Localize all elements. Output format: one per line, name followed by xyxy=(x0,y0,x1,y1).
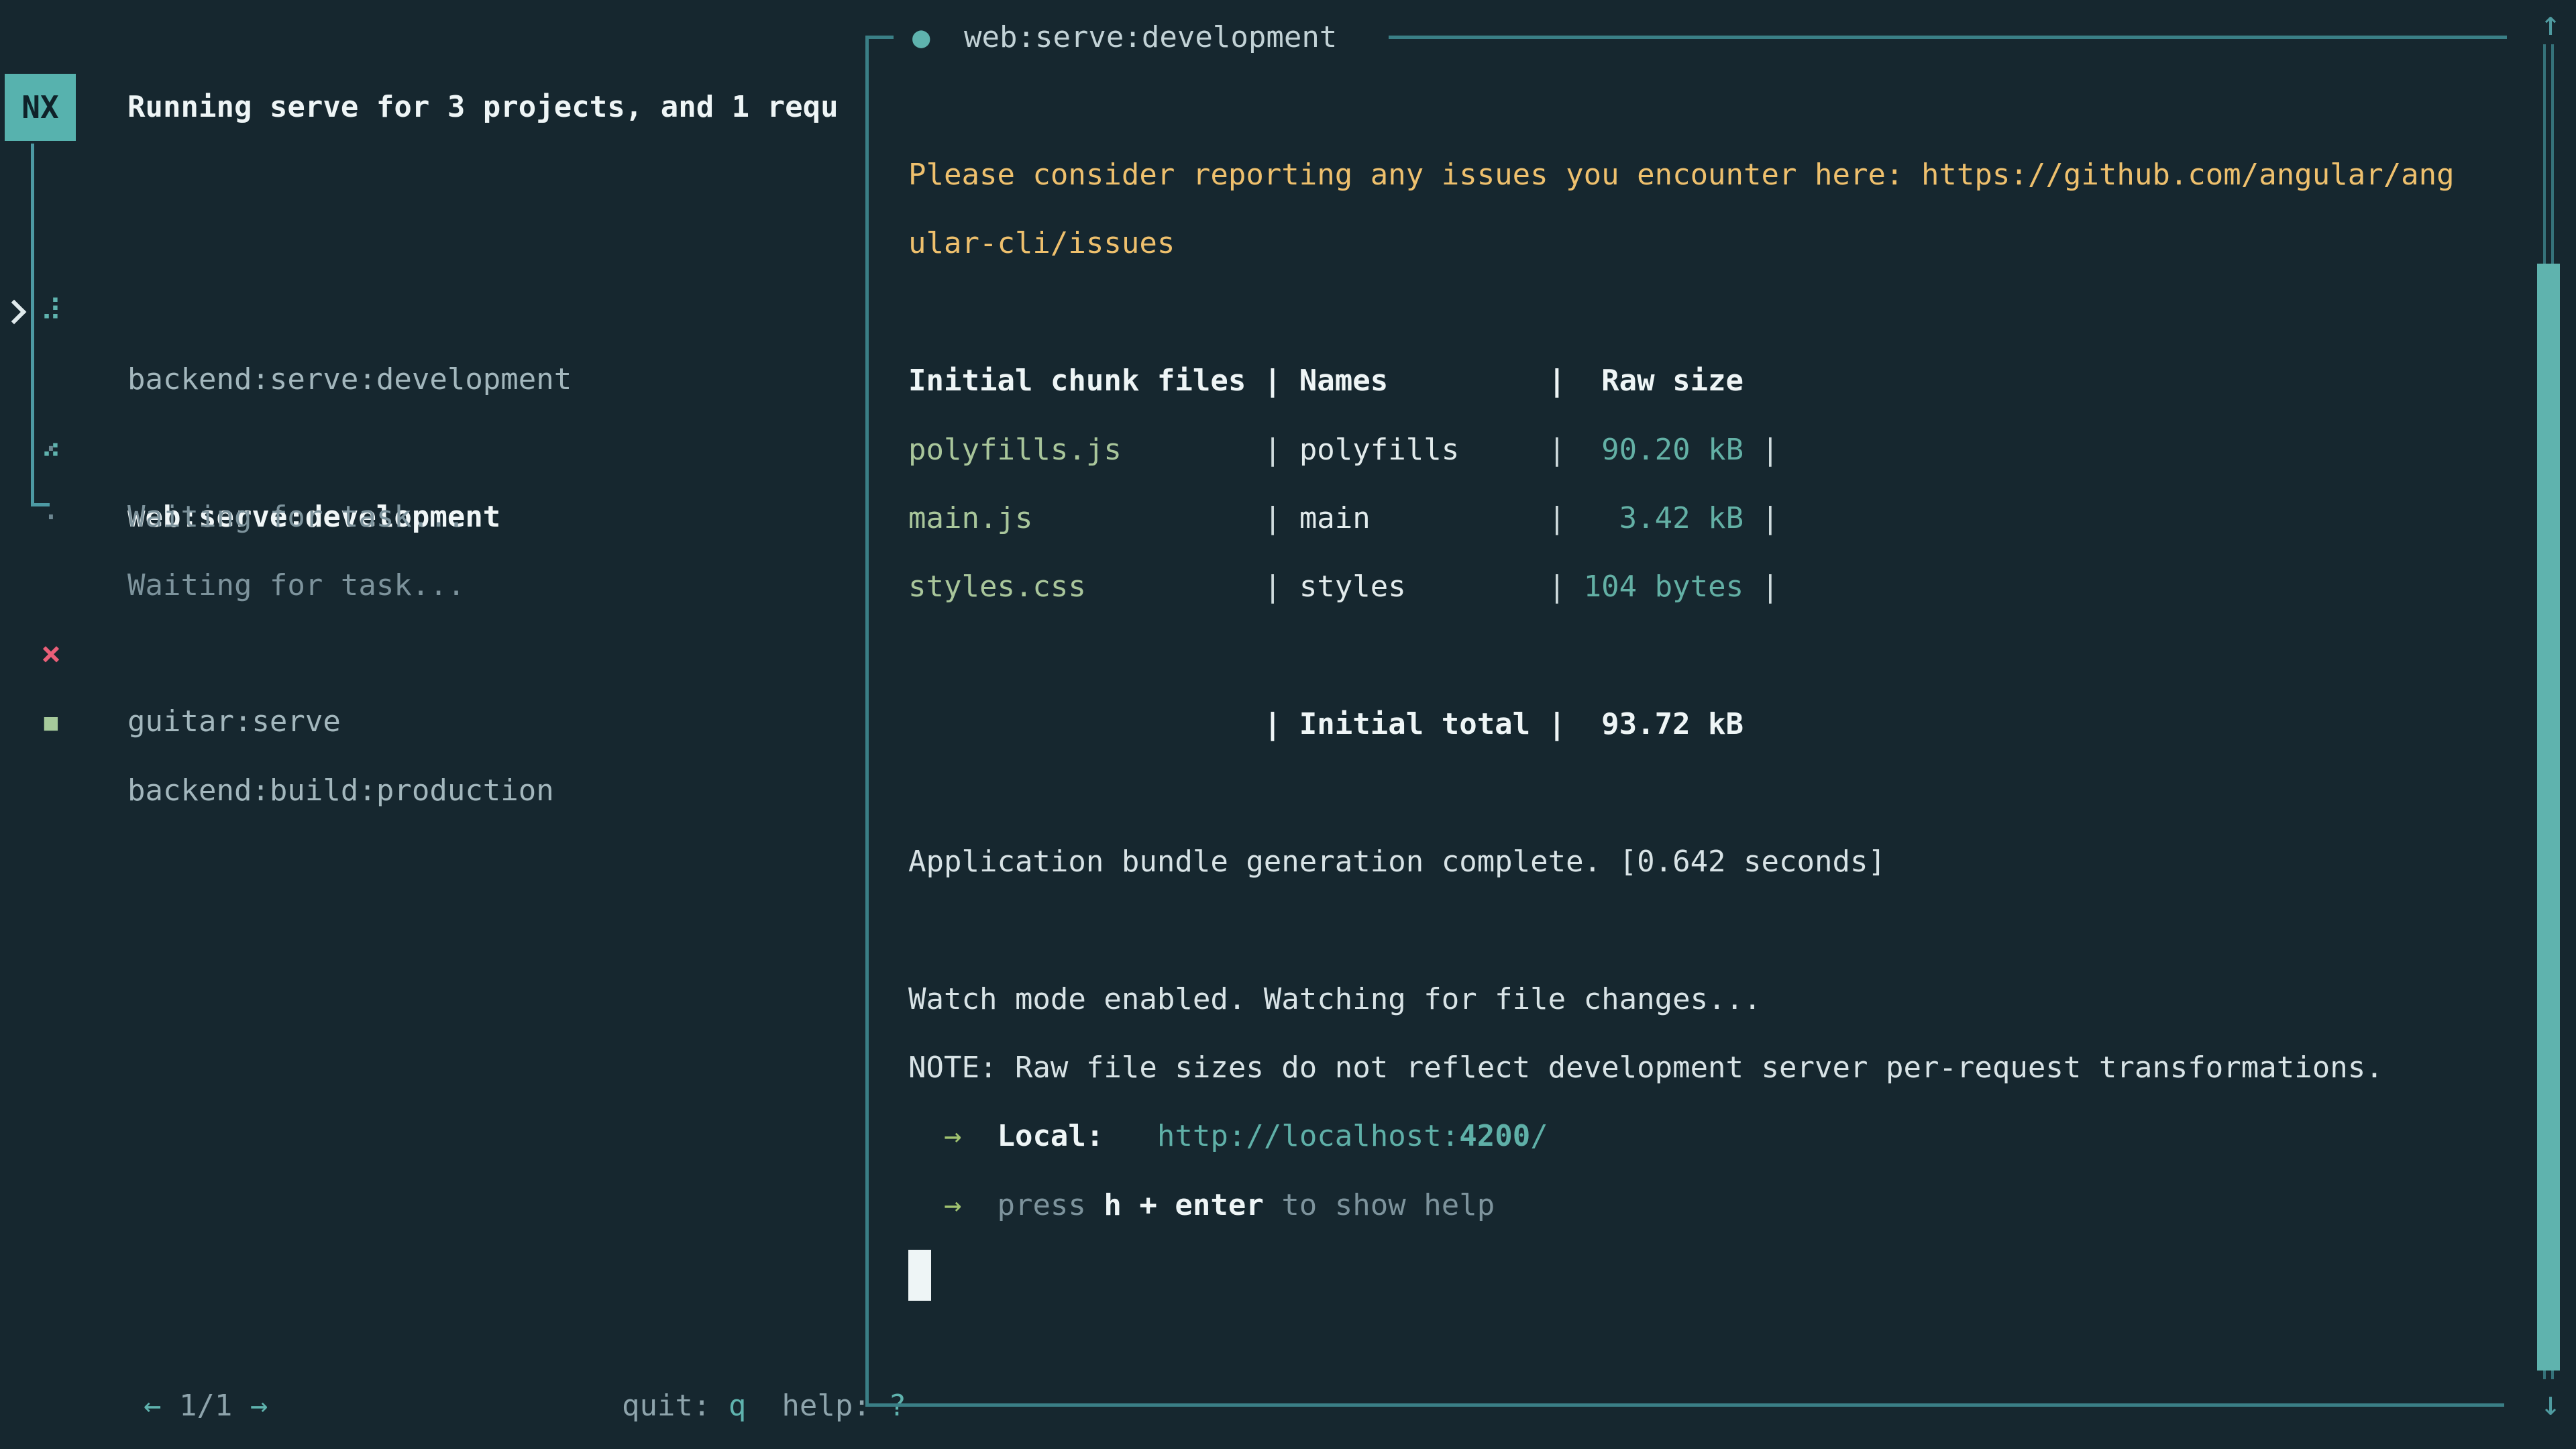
task-label: backend:build:production xyxy=(127,757,554,825)
task-row-waiting-1[interactable]: · Waiting for task... xyxy=(0,346,107,415)
terminal-cursor xyxy=(908,1250,931,1301)
prompt-arrow-icon: → xyxy=(944,1188,962,1222)
selected-task-chevron-icon xyxy=(2,300,27,325)
notice-line-wrap: ular-cli/issues xyxy=(908,209,2455,278)
chunk-name: styles xyxy=(1299,570,1530,604)
app-title: Running serve for 3 projects, and 1 requ xyxy=(127,74,839,141)
watch-mode-line: Watch mode enabled. Watching for file ch… xyxy=(908,965,2455,1034)
local-label: Local: xyxy=(961,1119,1104,1153)
chunk-size: 3.42 kB xyxy=(1584,501,1743,535)
press-label: press xyxy=(961,1188,1104,1222)
chunk-file: styles.css xyxy=(908,570,1246,604)
chunk-size: 90.20 kB xyxy=(1584,433,1743,467)
column-separator: | xyxy=(1246,433,1299,467)
cursor-line xyxy=(908,1240,2455,1308)
task-label: Waiting for task... xyxy=(127,483,465,551)
column-separator: | xyxy=(1530,501,1583,535)
row-tail-separator: | xyxy=(1743,570,1779,604)
column-separator: | xyxy=(1530,433,1583,467)
indent xyxy=(908,1188,944,1222)
nx-tui-screen: NX Running serve for 3 projects, and 1 r… xyxy=(0,0,2576,1449)
hint-spacer xyxy=(746,1389,782,1423)
note-line: NOTE: Raw file sizes do not reflect deve… xyxy=(908,1034,2455,1102)
keyboard-hints: quit: q help: ? xyxy=(515,1303,906,1372)
nx-logo: NX xyxy=(5,74,76,141)
scrollbar-thumb[interactable] xyxy=(2537,264,2560,1371)
panel-border-bottom xyxy=(865,1403,2504,1407)
pager-prev-arrow-icon[interactable]: ← xyxy=(144,1389,162,1423)
localhost-url[interactable]: http://localhost: xyxy=(1157,1119,1459,1153)
panel-status-dot-icon: ● xyxy=(912,7,930,68)
waiting-dot-icon: · xyxy=(35,483,67,551)
column-separator: | xyxy=(1530,570,1583,604)
pager-position: 1/1 xyxy=(161,1389,250,1423)
chunk-table-header: Initial chunk files | Names | Raw size xyxy=(908,347,2455,415)
gap xyxy=(1104,1119,1157,1153)
task-row-guitar-serve[interactable]: × guitar:serve xyxy=(0,551,107,619)
local-url-line: → Local: http://localhost:4200/ xyxy=(908,1102,2455,1171)
prompt-arrow-icon: → xyxy=(944,1119,962,1153)
panel-border-top-left xyxy=(865,36,894,39)
blank-line xyxy=(908,896,2455,965)
chunk-file: main.js xyxy=(908,501,1246,535)
blank-line xyxy=(908,278,2455,347)
row-tail-separator: | xyxy=(1743,501,1779,535)
quit-hint-label: quit: xyxy=(622,1389,729,1423)
blank-line xyxy=(908,622,2455,690)
chunk-row-styles: styles.css | styles | 104 bytes | xyxy=(908,553,2455,621)
blank-line xyxy=(908,759,2455,828)
row-tail-separator: | xyxy=(1743,433,1779,467)
help-hint-line: → press h + enter to show help xyxy=(908,1171,2455,1240)
chunk-name: polyfills xyxy=(1299,433,1530,467)
panel-title: web:serve:development xyxy=(964,7,1337,68)
pager: ← 1/1 → xyxy=(37,1303,268,1372)
task-row-backend-build[interactable]: ■ backend:build:production xyxy=(0,620,107,688)
column-separator: | xyxy=(1246,501,1299,535)
url-slash[interactable]: / xyxy=(1530,1119,1548,1153)
task-row-backend-serve[interactable]: ⠼ backend:serve:development xyxy=(0,209,107,277)
chunk-name: main xyxy=(1299,501,1530,535)
scroll-up-arrow-icon[interactable]: ↑ xyxy=(2529,3,2572,44)
chunk-row-polyfills: polyfills.js | polyfills | 90.20 kB | xyxy=(908,416,2455,484)
indent xyxy=(908,1119,944,1153)
task-row-web-serve-selected[interactable]: ⠴ web:serve:development xyxy=(0,278,107,346)
help-suffix: to show help xyxy=(1264,1188,1495,1222)
initial-total-row: | Initial total | 93.72 kB xyxy=(908,690,2455,759)
success-square-icon: ■ xyxy=(35,688,67,757)
panel-border-left xyxy=(865,36,869,1407)
terminal-output: Please consider reporting any issues you… xyxy=(908,141,2455,1309)
pager-next-arrow-icon[interactable]: → xyxy=(250,1389,268,1423)
bundle-complete-line: Application bundle generation complete. … xyxy=(908,828,2455,896)
help-keys: h + enter xyxy=(1104,1188,1263,1222)
column-separator: | xyxy=(1246,570,1299,604)
notice-line: Please consider reporting any issues you… xyxy=(908,141,2455,209)
task-label: Waiting for task... xyxy=(127,551,465,620)
panel-border-top xyxy=(1389,36,2507,39)
chunk-size: 104 bytes xyxy=(1584,570,1743,604)
task-label: guitar:serve xyxy=(127,688,341,756)
quit-key: q xyxy=(729,1389,747,1423)
chunk-file: polyfills.js xyxy=(908,433,1246,467)
task-row-waiting-2[interactable]: · Waiting for task... xyxy=(0,415,107,483)
task-label: backend:serve:development xyxy=(127,345,572,414)
scroll-down-arrow-icon[interactable]: ↓ xyxy=(2529,1383,2572,1424)
localhost-port[interactable]: 4200 xyxy=(1459,1119,1530,1153)
chunk-row-main: main.js | main | 3.42 kB | xyxy=(908,484,2455,553)
